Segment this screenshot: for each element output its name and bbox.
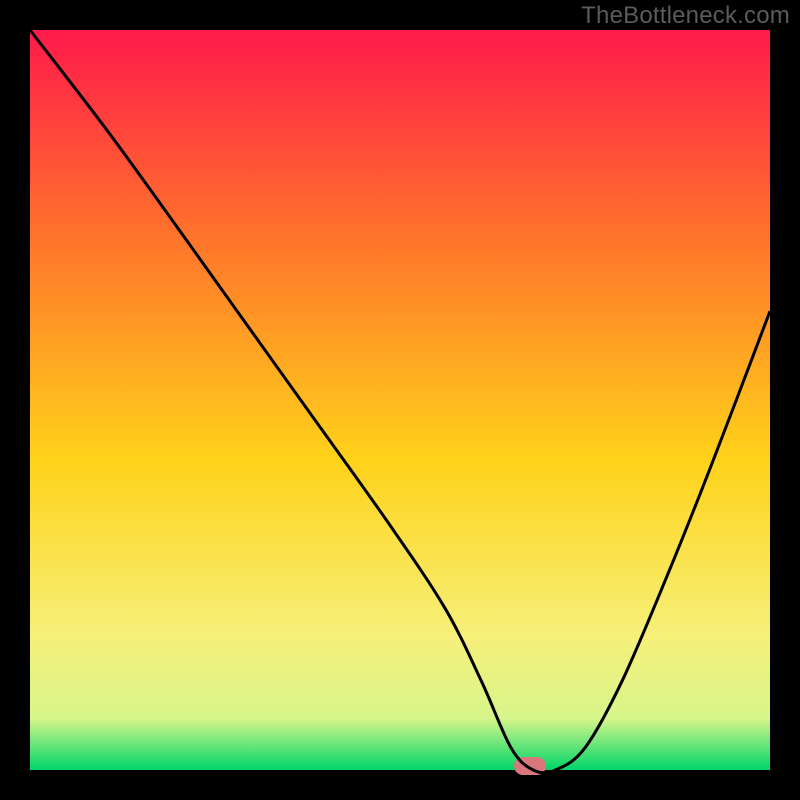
curve-path [30, 30, 770, 773]
bottleneck-curve [30, 30, 770, 770]
chart-frame: TheBottleneck.com [0, 0, 800, 800]
plot-area [30, 30, 770, 770]
watermark-text: TheBottleneck.com [581, 2, 790, 30]
